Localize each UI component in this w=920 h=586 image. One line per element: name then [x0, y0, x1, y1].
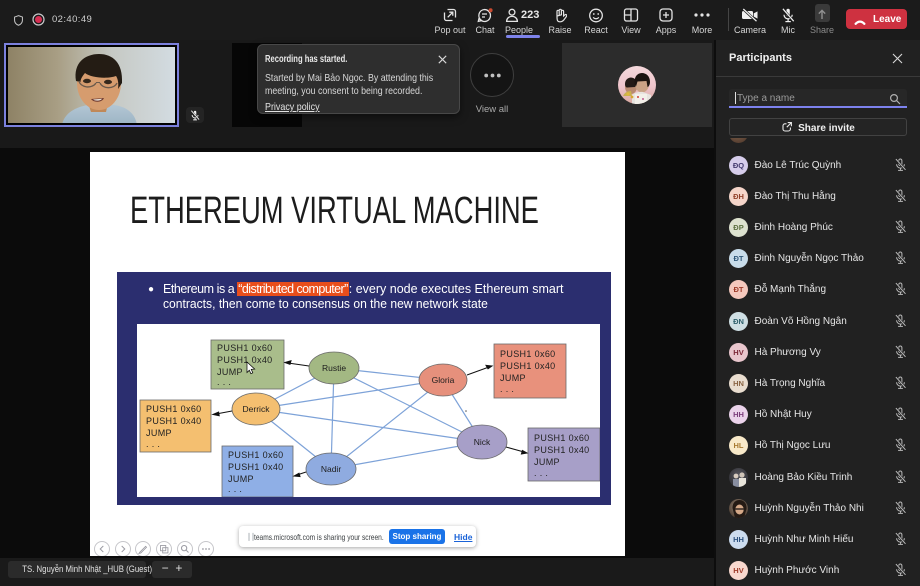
svg-text:JUMP: JUMP: [146, 428, 172, 438]
svg-text:. . .: . . .: [500, 384, 514, 394]
svg-text:PUSH1 0x60: PUSH1 0x60: [217, 343, 273, 353]
svg-text:JUMP: JUMP: [534, 457, 560, 467]
svg-text:Nick: Nick: [474, 437, 491, 447]
svg-text:JUMP: JUMP: [217, 367, 243, 377]
svg-text:JUMP: JUMP: [228, 474, 254, 484]
svg-text:. . .: . . .: [534, 468, 548, 478]
svg-text:Rustie: Rustie: [322, 363, 346, 373]
svg-text:Derrick: Derrick: [243, 404, 271, 414]
svg-text:. . .: . . .: [217, 377, 231, 387]
svg-text:PUSH1 0x40: PUSH1 0x40: [228, 462, 284, 472]
svg-text:PUSH1 0x40: PUSH1 0x40: [146, 416, 202, 426]
svg-text:. . .: . . .: [146, 439, 160, 449]
svg-text:JUMP: JUMP: [500, 373, 526, 383]
svg-text:PUSH1 0x60: PUSH1 0x60: [500, 349, 556, 359]
svg-text:PUSH1 0x60: PUSH1 0x60: [146, 404, 202, 414]
svg-text:PUSH1 0x60: PUSH1 0x60: [534, 433, 590, 443]
svg-text:Nadir: Nadir: [321, 464, 341, 474]
svg-text:PUSH1 0x40: PUSH1 0x40: [500, 361, 556, 371]
svg-text:PUSH1 0x60: PUSH1 0x60: [228, 450, 284, 460]
svg-text:Gloria: Gloria: [432, 375, 455, 385]
svg-text:PUSH1 0x40: PUSH1 0x40: [217, 355, 273, 365]
svg-text:PUSH1 0x40: PUSH1 0x40: [534, 445, 590, 455]
svg-text:. . .: . . .: [228, 484, 242, 494]
